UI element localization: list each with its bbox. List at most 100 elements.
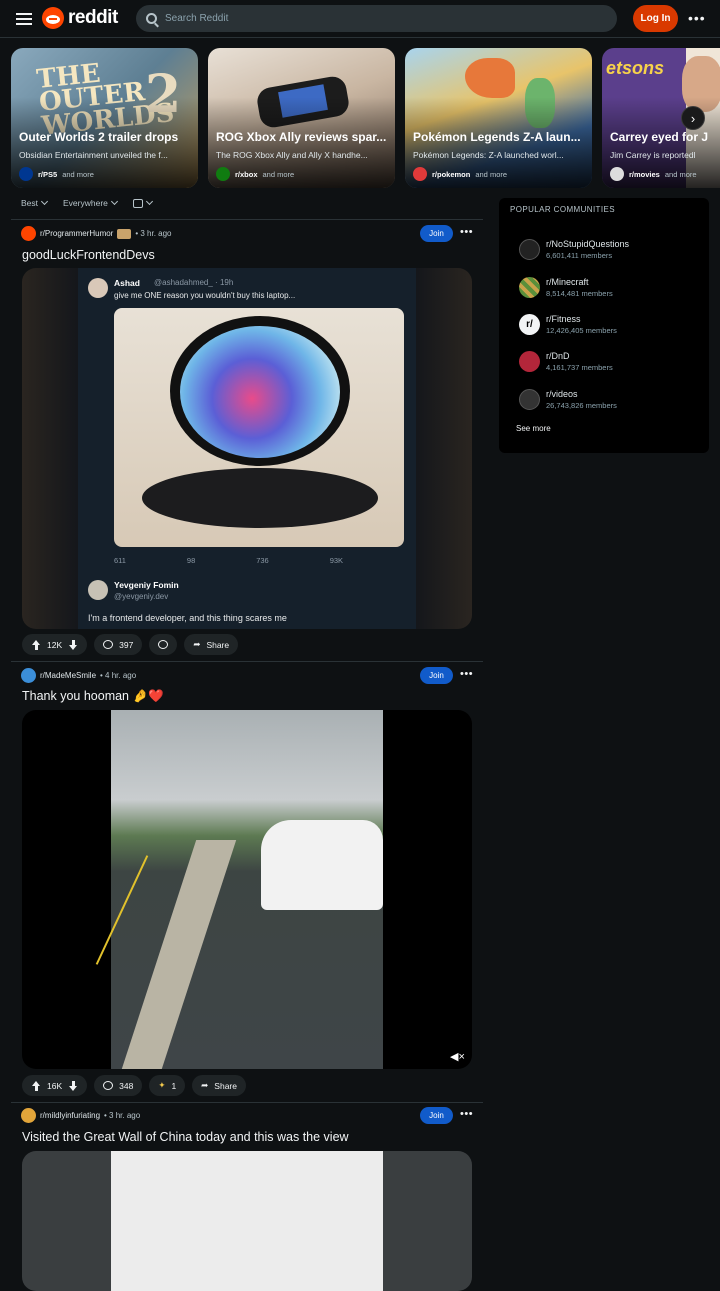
chevron-down-icon	[110, 197, 118, 206]
avatar	[88, 278, 108, 298]
award-button[interactable]	[149, 634, 178, 655]
comments-button[interactable]: 348	[94, 1075, 143, 1096]
join-button[interactable]: Join	[420, 225, 453, 242]
sort-dropdown[interactable]: Best	[21, 197, 49, 208]
award-icon: ✦	[158, 1080, 166, 1090]
post-title[interactable]: goodLuckFrontendDevs	[22, 248, 155, 262]
community-item[interactable]: r/Minecraft 8,514,481 members	[519, 277, 613, 298]
community-item[interactable]: r/NoStupidQuestions 6,601,411 members	[519, 239, 629, 260]
subreddit-avatar[interactable]	[21, 1108, 36, 1123]
see-more-link[interactable]: See more	[516, 424, 551, 433]
post-title[interactable]: Thank you hooman 🤌❤️	[22, 689, 164, 704]
community-avatar	[519, 277, 540, 298]
location-dropdown[interactable]: Everywhere	[63, 197, 118, 208]
divider	[11, 219, 483, 220]
mute-icon[interactable]: ◀×	[450, 1050, 465, 1063]
subreddit-link[interactable]: r/MadeMeSmile	[40, 671, 96, 680]
subreddit-avatar	[19, 167, 33, 181]
card-desc: Pokémon Legends: Z-A launched worl...	[413, 150, 564, 160]
chevron-down-icon	[145, 197, 153, 206]
subreddit-avatar[interactable]	[21, 226, 36, 241]
card-title: Outer Worlds 2 trailer drops	[19, 130, 179, 144]
community-item[interactable]: r/videos 26,743,826 members	[519, 389, 617, 410]
card-desc: Obsidian Entertainment unveiled the f...	[19, 150, 168, 160]
upvote-icon[interactable]	[31, 1080, 41, 1091]
sort-bar: Best Everywhere	[21, 197, 153, 208]
community-avatar	[519, 351, 540, 372]
post-header: r/MadeMeSmile • 4 hr. ago	[21, 668, 136, 683]
upvote-icon[interactable]	[31, 639, 41, 650]
comment-icon	[103, 640, 114, 649]
community-avatar: r/	[519, 314, 540, 335]
post-time: • 3 hr. ago	[104, 1111, 141, 1120]
community-avatar	[519, 389, 540, 410]
tweet-author: Ashad	[114, 278, 140, 288]
award-button[interactable]: ✦ 1	[149, 1075, 186, 1096]
carousel-card[interactable]: ROG Xbox Ally reviews spar... The ROG Xb…	[208, 48, 395, 188]
award-icon	[158, 640, 169, 649]
post-image[interactable]	[22, 1151, 472, 1291]
trending-carousel: THEOUTERWORLDS 2 Outer Worlds 2 trailer …	[11, 48, 720, 188]
tweet-handle: @ashadahmed_ · 19h	[154, 278, 234, 287]
post-actions: 16K 348 ✦ 1 ➦ Share	[22, 1075, 246, 1096]
logo-text: reddit	[68, 7, 118, 28]
tweet-card: Ashad @ashadahmed_ · 19h give me ONE rea…	[78, 268, 416, 629]
card-title: ROG Xbox Ally reviews spar...	[216, 130, 387, 144]
subreddit-link[interactable]: r/mildlyinfuriating	[40, 1111, 100, 1120]
post-header: r/ProgrammerHumor • 3 hr. ago	[21, 226, 172, 241]
carousel-card[interactable]: THEOUTERWORLDS 2 Outer Worlds 2 trailer …	[11, 48, 198, 188]
reddit-logo[interactable]: reddit	[42, 7, 118, 29]
post-options-icon[interactable]: •••	[460, 668, 473, 680]
search-bar[interactable]	[136, 5, 617, 32]
divider	[11, 661, 483, 662]
post-image[interactable]: Ashad @ashadahmed_ · 19h give me ONE rea…	[22, 268, 472, 629]
layout-icon	[132, 198, 143, 208]
search-input[interactable]	[165, 13, 565, 24]
carousel-card[interactable]: Pokémon Legends Z-A laun... Pokémon Lege…	[405, 48, 592, 188]
reply-author: Yevgeniy Fomin	[114, 580, 179, 590]
snoo-icon	[42, 7, 64, 29]
vote-control[interactable]: 16K	[22, 1075, 88, 1096]
hamburger-menu-icon[interactable]	[16, 11, 32, 27]
post-options-icon[interactable]: •••	[460, 226, 473, 238]
post-title[interactable]: Visited the Great Wall of China today an…	[22, 1130, 349, 1144]
divider	[11, 1102, 483, 1103]
subreddit-avatar	[610, 167, 624, 181]
comments-button[interactable]: 397	[94, 634, 143, 655]
reply-text: I'm a frontend developer, and this thing…	[88, 613, 287, 623]
flair-icon	[117, 228, 132, 239]
join-button[interactable]: Join	[420, 1107, 453, 1124]
community-item[interactable]: r/DnD 4,161,737 members	[519, 351, 613, 372]
community-item[interactable]: r/ r/Fitness 12,426,405 members	[519, 314, 617, 335]
laptop-photo	[114, 308, 404, 547]
card-sub[interactable]: r/xbox and more	[216, 167, 294, 181]
login-button[interactable]: Log In	[633, 5, 678, 32]
search-icon	[146, 13, 157, 24]
comment-icon	[103, 1081, 114, 1090]
tweet-text: give me ONE reason you wouldn't buy this…	[114, 291, 296, 300]
downvote-icon[interactable]	[68, 1080, 78, 1091]
share-button[interactable]: ➦ Share	[192, 1075, 246, 1096]
more-options-icon[interactable]: •••	[688, 10, 706, 26]
vote-control[interactable]: 12K	[22, 634, 88, 655]
post-time: • 3 hr. ago	[135, 229, 172, 238]
reply-handle: @yevgeniy.dev	[114, 592, 169, 601]
downvote-icon[interactable]	[68, 639, 78, 650]
view-toggle[interactable]	[132, 197, 153, 208]
carousel-next-icon[interactable]: ›	[681, 106, 705, 130]
card-sub[interactable]: r/pokemon and more	[413, 167, 507, 181]
subreddit-link[interactable]: r/ProgrammerHumor	[40, 229, 113, 238]
post-video[interactable]: ◀×	[22, 710, 472, 1069]
share-button[interactable]: ➦ Share	[184, 634, 239, 655]
card-sub[interactable]: r/movies and more	[610, 167, 697, 181]
join-button[interactable]: Join	[420, 667, 453, 684]
image-frame	[111, 1151, 383, 1291]
subreddit-avatar[interactable]	[21, 668, 36, 683]
post-time: • 4 hr. ago	[100, 671, 137, 680]
post-header: r/mildlyinfuriating • 3 hr. ago	[21, 1108, 140, 1123]
card-title: Carrey eyed for J	[610, 130, 709, 144]
subreddit-avatar	[216, 167, 230, 181]
tweet-stats: 611 98 736 93K	[114, 556, 344, 565]
card-sub[interactable]: r/PS5 and more	[19, 167, 94, 181]
post-options-icon[interactable]: •••	[460, 1108, 473, 1120]
